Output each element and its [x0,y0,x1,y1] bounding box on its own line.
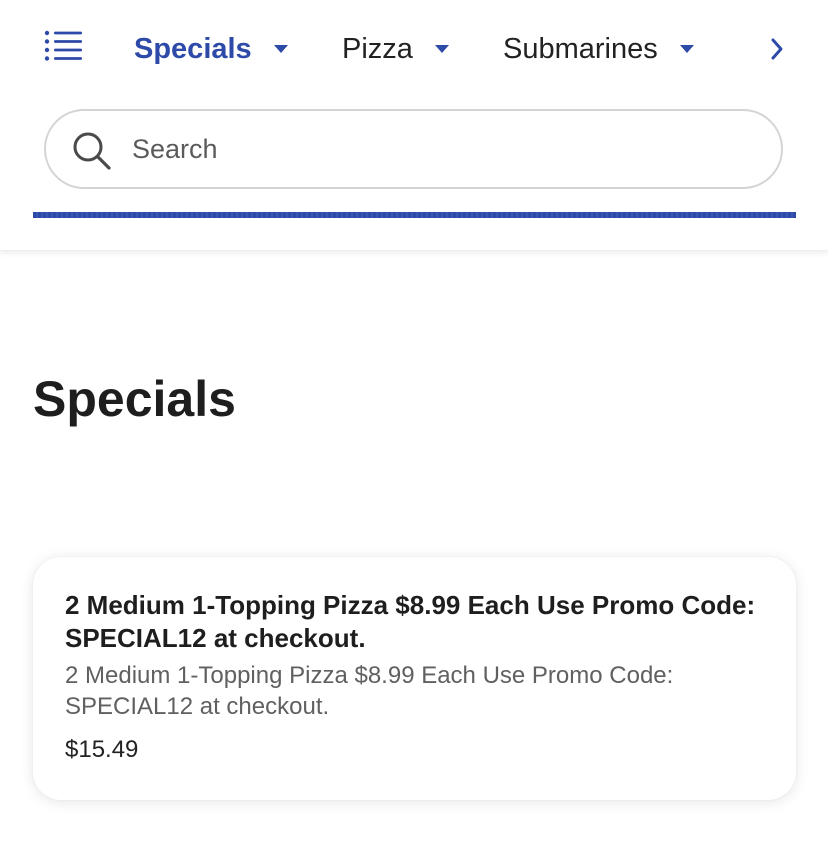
caret-down-icon [679,45,694,53]
caret-down-icon [273,45,288,53]
tab-pizza-label: Pizza [342,32,413,65]
page-title: Specials [33,371,236,427]
tab-specials-label: Specials [134,32,252,65]
tab-submarines[interactable]: Submarines [503,28,694,70]
chevron-right-icon[interactable] [764,34,790,64]
search-input[interactable] [132,127,752,171]
tab-specials[interactable]: Specials [134,28,288,70]
list-menu-icon[interactable] [42,28,86,64]
item-price: $15.49 [65,736,139,763]
top-header: Specials Pizza Submarines [0,0,828,251]
tab-submarines-label: Submarines [503,32,658,65]
caret-down-icon [434,45,449,53]
item-title: 2 Medium 1-Topping Pizza $8.99 Each Use … [65,590,756,653]
tab-pizza[interactable]: Pizza [342,28,449,70]
search-icon [73,132,111,170]
search-bar[interactable] [44,109,783,189]
menu-item-card[interactable]: 2 Medium 1-Topping Pizza $8.99 Each Use … [33,557,796,800]
item-description: 2 Medium 1-Topping Pizza $8.99 Each Use … [65,662,674,720]
accent-divider [33,212,796,218]
